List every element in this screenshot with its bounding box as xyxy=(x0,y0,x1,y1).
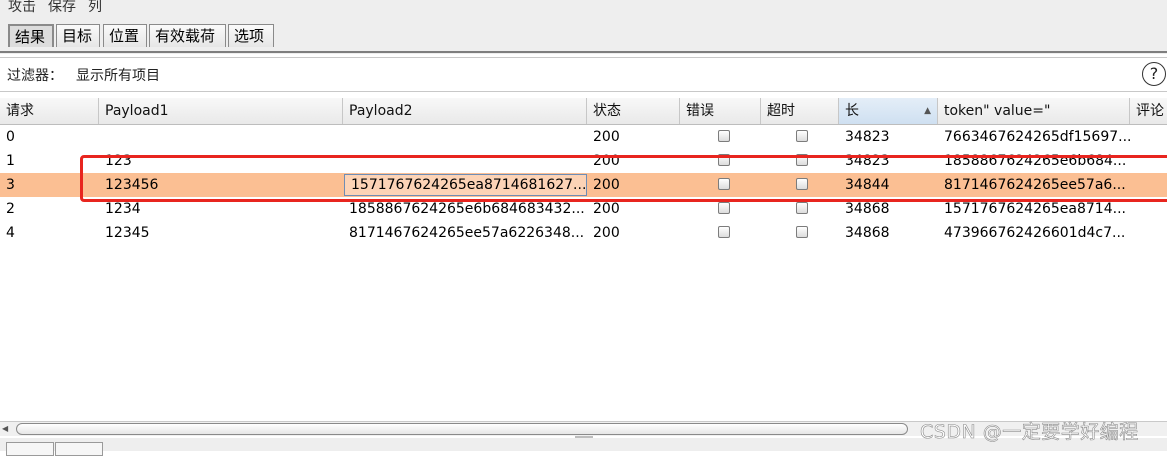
timeout-checkbox[interactable] xyxy=(796,202,808,214)
tab-target[interactable]: 目标 xyxy=(56,24,100,47)
cell-status: 200 xyxy=(593,153,620,169)
cell-length: 34868 xyxy=(845,225,890,241)
tab-options[interactable]: 选项 xyxy=(228,24,274,47)
cell-status: 200 xyxy=(593,129,620,145)
cell-payload2-focused: 1571767624265ea8714681627... xyxy=(344,174,587,196)
cell-length: 34823 xyxy=(845,129,890,145)
table-row[interactable]: 4 12345 8171467624265ee57a6226348... 200… xyxy=(0,221,1167,245)
timeout-checkbox[interactable] xyxy=(796,130,808,142)
watermark: CSDN @一定要学好编程 xyxy=(920,421,1139,444)
table-row-selected[interactable]: 3 123456 1571767624265ea8714681627... 20… xyxy=(0,173,1167,197)
cell-status: 200 xyxy=(593,201,620,217)
table-row[interactable]: 0 200 34823 7663467624265df15697... xyxy=(0,125,1167,149)
help-icon[interactable]: ? xyxy=(1142,62,1166,86)
cell-request: 1 xyxy=(6,153,15,169)
menu-save[interactable]: 保存 xyxy=(48,0,76,16)
cell-status: 200 xyxy=(593,177,620,193)
column-header-payload2[interactable]: Payload2 xyxy=(343,98,587,124)
cell-request: 3 xyxy=(6,177,15,193)
cell-token: 7663467624265df15697... xyxy=(944,129,1130,145)
cell-payload2 xyxy=(343,125,587,149)
bottom-tab-response[interactable] xyxy=(55,442,103,456)
menu-attack[interactable]: 攻击 xyxy=(8,0,36,16)
cell-payload1: 1234 xyxy=(105,201,141,217)
column-header-payload1[interactable]: Payload1 xyxy=(99,98,343,124)
column-header-timeout[interactable]: 超时 xyxy=(761,98,839,124)
results-table: 请求 Payload1 Payload2 状态 错误 超时 长 ▲ token"… xyxy=(0,98,1167,420)
cell-request: 4 xyxy=(6,225,15,241)
cell-payload1: 123456 xyxy=(105,177,159,193)
cell-token: 8171467624265ee57a6... xyxy=(944,177,1126,193)
column-header-error[interactable]: 错误 xyxy=(680,98,761,124)
cell-token: 473966762426601d4c7... xyxy=(944,225,1126,241)
error-checkbox[interactable] xyxy=(718,130,730,142)
tab-payloads[interactable]: 有效载荷 xyxy=(149,24,226,47)
column-header-token[interactable]: token" value=" xyxy=(938,98,1130,124)
cell-payload2: 8171467624265ee57a6226348... xyxy=(349,225,585,241)
cell-payload2 xyxy=(343,149,587,173)
filter-bar[interactable]: 过滤器： 显示所有项目 ? xyxy=(0,57,1167,92)
table-row[interactable]: 2 1234 1858867624265e6b684683432... 200 … xyxy=(0,197,1167,221)
cell-request: 2 xyxy=(6,201,15,217)
error-checkbox[interactable] xyxy=(718,178,730,190)
cell-length: 34844 xyxy=(845,177,890,193)
table-header: 请求 Payload1 Payload2 状态 错误 超时 长 ▲ token"… xyxy=(0,98,1167,125)
filter-label: 过滤器： xyxy=(7,68,63,84)
cell-length: 34868 xyxy=(845,201,890,217)
error-checkbox[interactable] xyxy=(718,154,730,166)
column-header-status[interactable]: 状态 xyxy=(587,98,680,124)
scroll-left-arrow-icon[interactable]: ◀ xyxy=(2,424,12,434)
column-header-length-label: 长 xyxy=(845,103,859,119)
column-header-length[interactable]: 长 ▲ xyxy=(839,98,938,124)
table-row[interactable]: 1 123 200 34823 1858867624265e6b684... xyxy=(0,149,1167,173)
cell-request: 0 xyxy=(6,129,15,145)
timeout-checkbox[interactable] xyxy=(796,226,808,238)
error-checkbox[interactable] xyxy=(718,226,730,238)
sort-ascending-icon: ▲ xyxy=(924,106,931,116)
timeout-checkbox[interactable] xyxy=(796,178,808,190)
filter-value[interactable]: 显示所有项目 xyxy=(76,65,160,85)
cell-payload2: 1858867624265e6b684683432... xyxy=(349,201,585,217)
cell-payload1: 123 xyxy=(105,153,132,169)
cell-status: 200 xyxy=(593,225,620,241)
menu-bar: 攻击 保存 列 xyxy=(0,0,1167,20)
error-checkbox[interactable] xyxy=(718,202,730,214)
menu-columns[interactable]: 列 xyxy=(88,0,102,16)
tab-divider xyxy=(0,51,1167,53)
cell-length: 34823 xyxy=(845,153,890,169)
cell-token: 1858867624265e6b684... xyxy=(944,153,1127,169)
bottom-tab-request[interactable] xyxy=(6,442,54,456)
column-header-request[interactable]: 请求 xyxy=(0,98,99,124)
timeout-checkbox[interactable] xyxy=(796,154,808,166)
column-header-comment[interactable]: 评论 xyxy=(1130,98,1167,124)
scrollbar-thumb[interactable] xyxy=(16,423,908,435)
cell-token: 1571767624265ea8714... xyxy=(944,201,1126,217)
cell-payload1: 12345 xyxy=(105,225,150,241)
tab-results[interactable]: 结果 xyxy=(8,24,54,47)
tab-strip: 结果 目标 位置 有效载荷 选项 xyxy=(0,20,1167,54)
tab-positions[interactable]: 位置 xyxy=(103,24,147,47)
cell-payload1 xyxy=(99,125,343,149)
